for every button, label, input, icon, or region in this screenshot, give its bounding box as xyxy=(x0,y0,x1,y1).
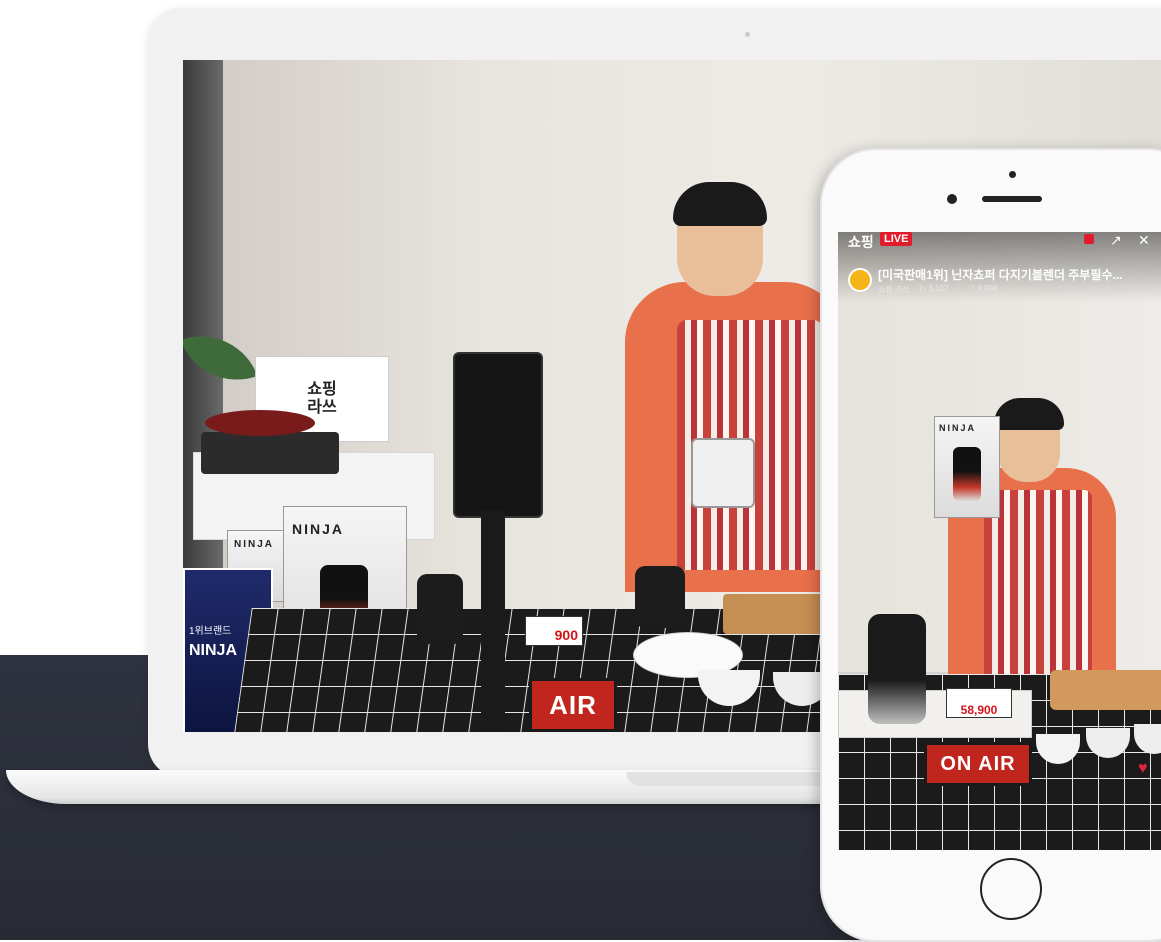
laptop-camera xyxy=(745,32,750,37)
laptop-price-text: 900 xyxy=(554,627,578,643)
close-icon[interactable]: ✕ xyxy=(1138,232,1150,249)
laptop-price-tag: 900 xyxy=(525,616,583,646)
tripod-stand xyxy=(481,510,505,732)
phone-price-text: 58,900 xyxy=(960,703,998,717)
portable-stove xyxy=(201,432,339,474)
black-chopper xyxy=(635,566,685,628)
ninja-box-large-label: NINJA xyxy=(292,521,345,537)
host-held-chopper xyxy=(691,438,755,508)
phone-host-apron xyxy=(984,490,1092,680)
laptop-onair-text: AIR xyxy=(549,689,597,720)
channel-avatar[interactable] xyxy=(848,268,872,292)
heart-reaction-icon: ♥ xyxy=(1138,760,1148,777)
phone-host-hair xyxy=(994,398,1064,430)
phone-held-ninja-box: NINJA xyxy=(934,416,1000,518)
phone-black-chopper xyxy=(868,614,926,724)
phone-onair-sign: ON AIR xyxy=(924,742,1032,786)
phone-price-tag: 58,900 xyxy=(946,688,1012,718)
ninja-box-small-label: NINJA xyxy=(234,539,275,550)
live-badge: LIVE xyxy=(880,232,913,246)
shop-banner-text: 쇼핑 라쓰 xyxy=(307,381,337,416)
frying-pan xyxy=(205,410,315,436)
like-count: ♡ 4,908 xyxy=(968,284,998,293)
phone-on-tripod xyxy=(453,352,543,518)
phone-cutting-board xyxy=(1050,670,1161,710)
phone-home-button[interactable] xyxy=(980,858,1042,920)
laptop-onair-sign: AIR xyxy=(529,678,617,732)
channel-name[interactable]: 쇼핑 라쓰 xyxy=(878,284,910,295)
phone-onair-text: ON AIR xyxy=(940,752,1016,775)
poster-text-2: NINJA xyxy=(189,642,238,659)
view-count: ▷ 3,107 xyxy=(920,284,949,293)
phone-box-label: NINJA xyxy=(939,423,977,433)
black-chopper-left xyxy=(417,574,463,644)
phone-proximity-sensor xyxy=(1009,171,1016,178)
phone-front-camera xyxy=(947,194,957,204)
share-icon[interactable]: ↗ xyxy=(1110,232,1122,249)
phone-screen: NINJA 58,900 ON AIR ♥ 쇼핑 LIVE ↗ ✕ [미국판매1… xyxy=(838,232,1161,850)
host-hair xyxy=(673,182,767,226)
poster-text-1: 1위브랜드 xyxy=(189,626,232,637)
phone-box-product xyxy=(953,447,981,501)
phone-earpiece xyxy=(982,196,1042,202)
notification-icon[interactable] xyxy=(1084,234,1094,244)
brand-logo: 쇼핑 xyxy=(848,234,874,250)
stream-title: [미국판매1위] 닌자쵸퍼 다지기블렌더 주부필수... xyxy=(878,268,1123,282)
